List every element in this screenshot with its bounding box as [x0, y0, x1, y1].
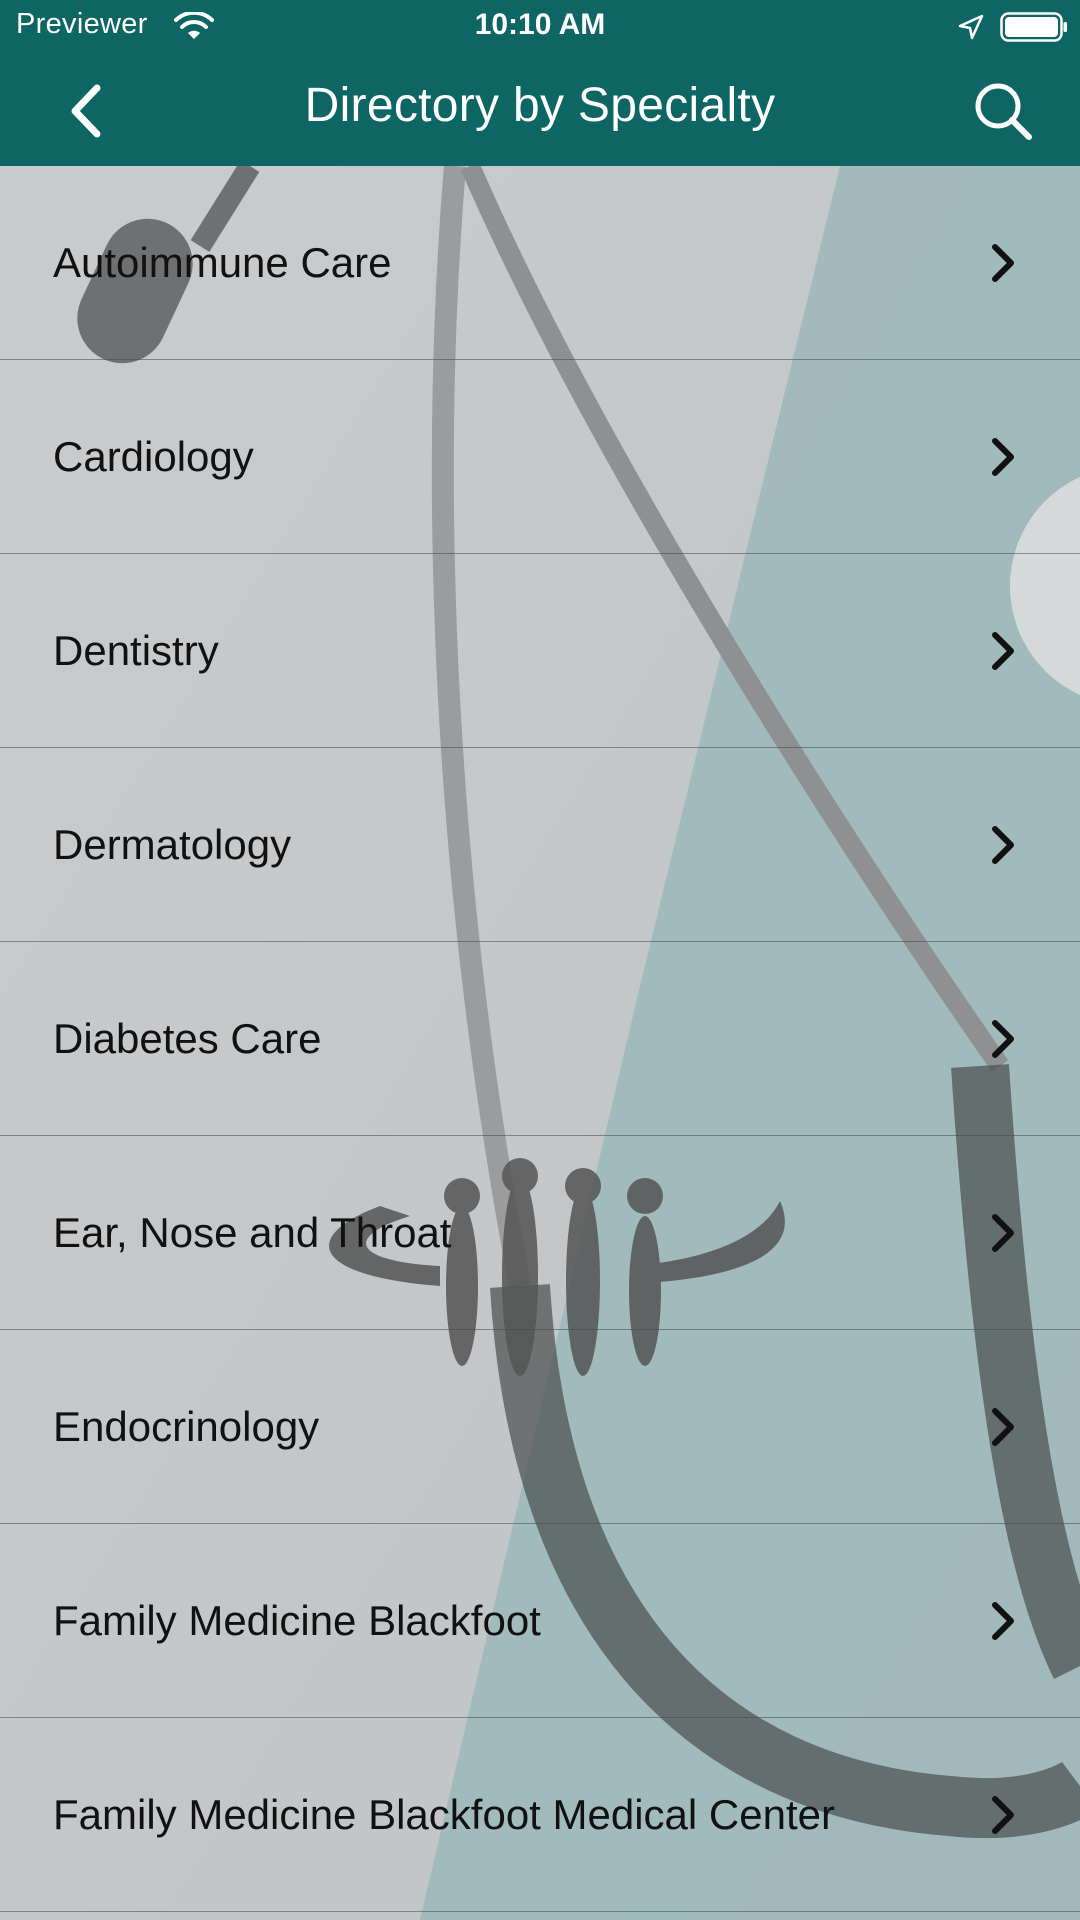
chevron-right-icon	[992, 1795, 1014, 1834]
search-icon	[975, 83, 1032, 140]
navigation-bar: Directory by Specialty	[0, 54, 1080, 166]
list-item[interactable]: Cardiology	[0, 360, 1080, 554]
page-title: Directory by Specialty	[304, 79, 776, 132]
list-item[interactable]: Diabetes Care	[0, 942, 1080, 1136]
list-item-label: Autoimmune Care	[53, 238, 392, 286]
search-button[interactable]	[966, 74, 1040, 148]
chevron-right-icon	[992, 1601, 1014, 1640]
list-item-label: Endocrinology	[53, 1402, 320, 1450]
chevron-right-icon	[992, 825, 1014, 864]
chevron-right-icon	[992, 1019, 1014, 1058]
list-item-label: Ear, Nose and Throat	[53, 1208, 452, 1256]
chevron-right-icon	[992, 1407, 1014, 1446]
chevron-right-icon	[992, 631, 1014, 670]
list-item-label: Dermatology	[53, 820, 292, 868]
chevron-right-icon	[992, 437, 1014, 476]
list-item[interactable]: Family Medicine Blackfoot	[0, 1524, 1080, 1718]
list-item[interactable]: Family Medicine Blackfoot Medical Center	[0, 1718, 1080, 1912]
specialty-list: Autoimmune Care Cardiology Dentistry Der…	[0, 166, 1080, 1912]
status-bar: Previewer 10:10 AM	[0, 0, 1080, 54]
list-item-label: Diabetes Care	[53, 1014, 322, 1062]
location-arrow-icon	[958, 14, 984, 40]
list-item[interactable]: Dentistry	[0, 554, 1080, 748]
chevron-right-icon	[992, 1213, 1014, 1252]
list-item-label: Cardiology	[53, 432, 254, 480]
list-item-label: Family Medicine Blackfoot Medical Center	[53, 1790, 835, 1838]
list-item[interactable]: Dermatology	[0, 748, 1080, 942]
list-item[interactable]: Autoimmune Care	[0, 166, 1080, 360]
status-time: 10:10 AM	[474, 8, 606, 41]
list-item[interactable]: Endocrinology	[0, 1330, 1080, 1524]
list-item[interactable]: Ear, Nose and Throat	[0, 1136, 1080, 1330]
list-item-label: Dentistry	[53, 626, 219, 674]
battery-icon	[1000, 12, 1067, 42]
list-item-label: Family Medicine Blackfoot	[53, 1596, 541, 1644]
chevron-right-icon	[992, 243, 1014, 282]
